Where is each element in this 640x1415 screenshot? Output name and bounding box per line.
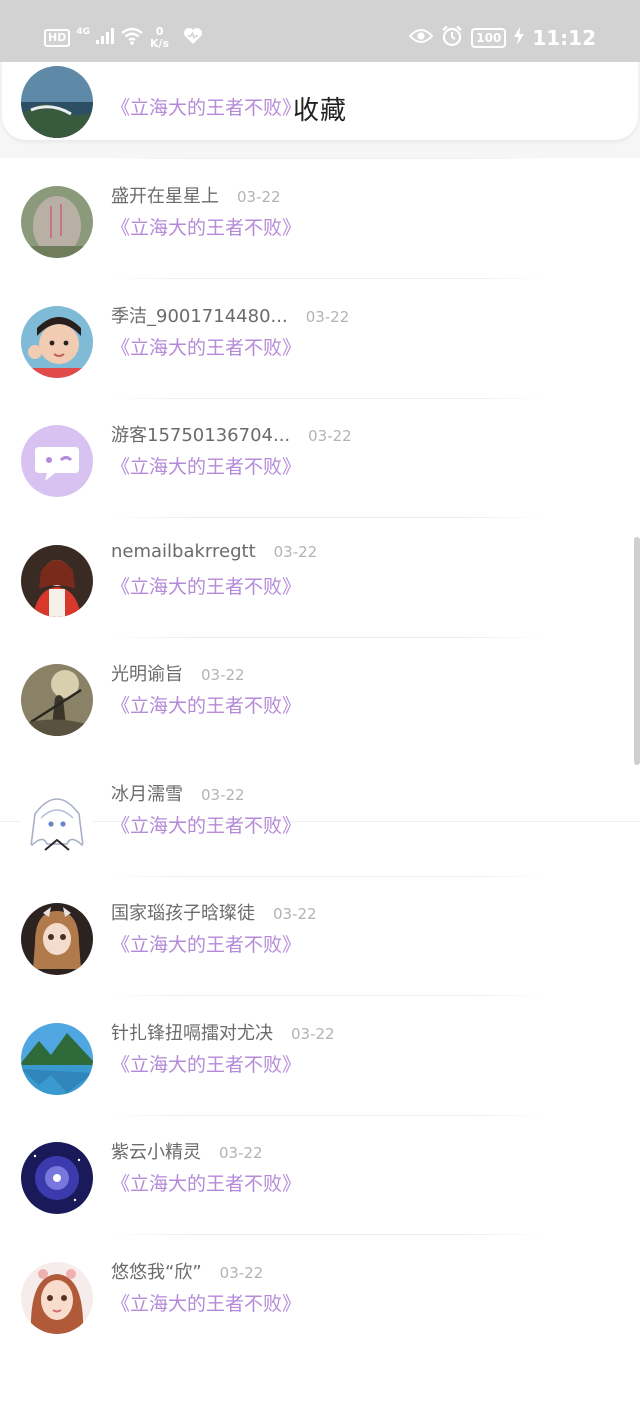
list-item[interactable]: 游客15750136704... 03-22 《立海大的王者不败》: [0, 399, 640, 519]
book-title[interactable]: 《立海大的王者不败》: [111, 213, 301, 240]
divider: [108, 158, 548, 159]
avatar-girl-photo[interactable]: [21, 305, 93, 378]
username[interactable]: 冰月濡雪: [111, 780, 183, 806]
network-type: 4G: [76, 27, 90, 37]
user-line: 冰月濡雪 03-22: [111, 780, 245, 806]
username[interactable]: 游客15750136704...: [111, 421, 290, 447]
user-line: 盛开在星星上 03-22: [111, 182, 281, 208]
date: 03-22: [219, 1263, 264, 1282]
date: 03-22: [291, 1024, 335, 1043]
book-title[interactable]: 《立海大的王者不败》: [111, 811, 301, 838]
avatar-girl-red-coat[interactable]: [21, 544, 93, 617]
username[interactable]: 盛开在星星上: [111, 182, 219, 208]
username[interactable]: nemailbakrregtt: [111, 541, 256, 562]
list-item[interactable]: 悠悠我“欣” 03-22 《立海大的王者不败》: [0, 1236, 640, 1356]
book-title[interactable]: 《立海大的王者不败》: [111, 333, 301, 360]
date: 03-22: [308, 427, 352, 445]
avatar-mountain-lake[interactable]: [21, 1022, 93, 1095]
list-item[interactable]: nemailbakrregtt 03-22 《立海大的王者不败》: [0, 519, 640, 639]
date: 03-22: [219, 1144, 263, 1162]
username[interactable]: 悠悠我“欣”: [111, 1258, 202, 1284]
avatar-anime-sketch[interactable]: [21, 783, 93, 856]
book-title[interactable]: 《立海大的王者不败》: [111, 1289, 301, 1316]
avatar-warrior-art[interactable]: [21, 664, 93, 736]
user-line: 针扎锋扭嗝擂对尤决 03-22: [111, 1019, 335, 1045]
username[interactable]: 紫云小精灵: [111, 1138, 201, 1164]
list-item[interactable]: 紫云小精灵 03-22 《立海大的王者不败》: [0, 1116, 640, 1236]
user-line: nemailbakrregtt 03-22: [111, 541, 317, 562]
avatar-stone-tablet[interactable]: [21, 186, 93, 258]
book-title[interactable]: 《立海大的王者不败》: [111, 572, 301, 599]
list-item[interactable]: 光明谕旨 03-22 《立海大的王者不败》: [0, 638, 640, 758]
list-item[interactable]: 季洁_9001714480... 03-22 《立海大的王者不败》: [0, 280, 640, 400]
scrollbar[interactable]: [634, 537, 640, 765]
user-line: 光明谕旨 03-22: [111, 660, 245, 686]
book-title[interactable]: 《立海大的王者不败》: [111, 452, 301, 479]
username[interactable]: 国家瑙孩子晗璨徒: [111, 899, 255, 925]
date: 03-22: [273, 905, 317, 923]
username[interactable]: 光明谕旨: [111, 660, 183, 686]
username[interactable]: 季洁_9001714480...: [111, 302, 288, 328]
book-title[interactable]: 《立海大的王者不败》: [111, 1169, 301, 1196]
username[interactable]: 针扎锋扭嗝擂对尤决: [111, 1019, 273, 1045]
avatar-galaxy[interactable]: [21, 1142, 93, 1214]
date: 03-22: [273, 542, 318, 561]
user-line: 紫云小精灵 03-22: [111, 1138, 263, 1164]
list-item[interactable]: 盛开在星星上 03-22 《立海大的王者不败》: [0, 160, 640, 280]
avatar-doll[interactable]: [21, 903, 93, 975]
user-line: 游客15750136704... 03-22: [111, 421, 352, 447]
avatar-default-chat[interactable]: [21, 425, 93, 497]
avatar-cartoon-girl[interactable]: [21, 1261, 93, 1334]
user-line: 悠悠我“欣” 03-22: [111, 1258, 263, 1284]
book-title[interactable]: 《立海大的王者不败》: [111, 930, 301, 957]
user-line: 国家瑙孩子晗璨徒 03-22: [111, 899, 317, 925]
date: 03-22: [201, 785, 245, 804]
date: 03-22: [237, 188, 281, 206]
date: 03-22: [305, 307, 350, 326]
book-title[interactable]: 《立海大的王者不败》: [111, 93, 301, 120]
book-title[interactable]: 《立海大的王者不败》: [111, 691, 301, 718]
list-item[interactable]: 《立海大的王者不败》: [0, 40, 640, 160]
avatar-coast-landscape[interactable]: [21, 66, 93, 138]
date: 03-22: [201, 666, 245, 684]
book-title[interactable]: 《立海大的王者不败》: [111, 1050, 301, 1077]
list-item[interactable]: 国家瑙孩子晗璨徒 03-22 《立海大的王者不败》: [0, 877, 640, 997]
user-line: 季洁_9001714480... 03-22: [111, 302, 349, 328]
list-item[interactable]: 冰月濡雪 03-22 《立海大的王者不败》: [0, 758, 640, 878]
list-item[interactable]: 针扎锋扭嗝擂对尤决 03-22 《立海大的王者不败》: [0, 997, 640, 1117]
